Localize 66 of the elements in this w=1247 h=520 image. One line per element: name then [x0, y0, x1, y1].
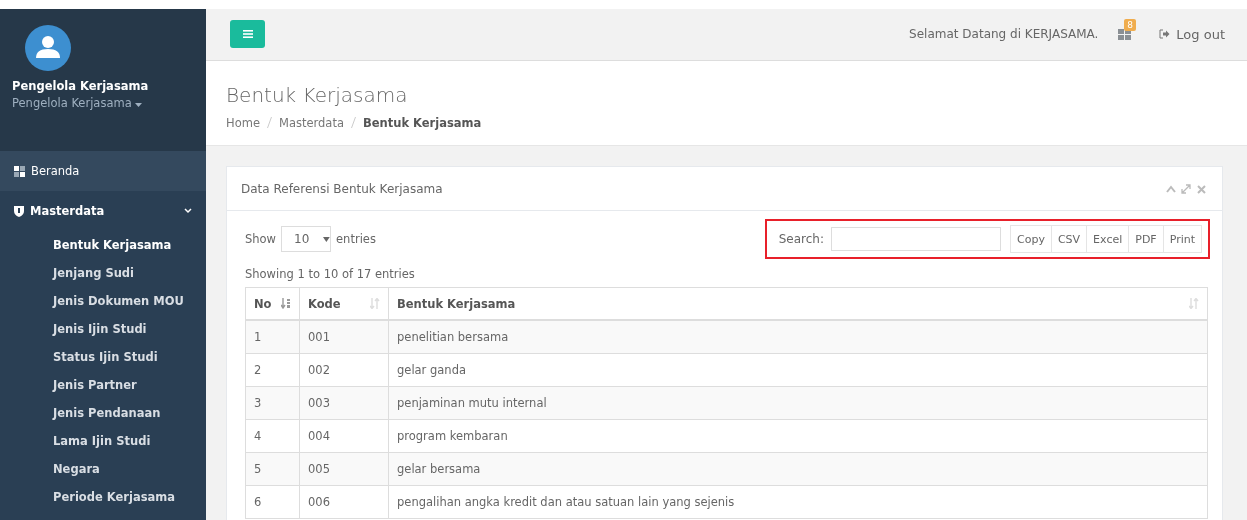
submenu-item[interactable]: Negara — [53, 455, 100, 483]
entries-label: entries — [336, 232, 376, 246]
table-cell: 003 — [299, 386, 389, 420]
search-field[interactable] — [831, 227, 1001, 251]
submenu-item[interactable]: Lama Ijin Studi — [53, 427, 151, 455]
search-label: Search: — [778, 232, 824, 246]
avatar-icon — [25, 25, 71, 71]
menu-icon — [242, 30, 253, 39]
table-cell: 005 — [299, 452, 389, 486]
table-cell: 4 — [245, 419, 300, 453]
logout-link[interactable]: Log out — [1159, 26, 1225, 42]
entries-info: Showing 1 to 10 of 17 entries — [245, 267, 416, 281]
table-cell: gelar bersama — [388, 452, 1208, 486]
table-cell: 001 — [299, 320, 389, 354]
show-label: Show — [245, 232, 277, 246]
sort-icon — [1189, 298, 1199, 309]
submenu-item[interactable]: Jenis Partner — [53, 371, 137, 399]
grid-icon[interactable] — [1118, 28, 1132, 40]
table-cell: penjaminan mutu internal — [388, 386, 1208, 420]
breadcrumb-item[interactable]: Home — [226, 115, 260, 130]
sign-out-icon — [1159, 29, 1171, 40]
breadcrumb-separator-icon — [350, 117, 356, 128]
table-cell: 5 — [245, 452, 300, 486]
sort-icon — [281, 298, 291, 309]
submenu-item[interactable]: Jenis Ijin Studi — [53, 315, 147, 343]
sort-icon — [370, 298, 380, 309]
page-size-select[interactable]: 10 — [281, 226, 332, 252]
table-cell: 002 — [299, 353, 389, 387]
submenu-item[interactable]: Periode Kerjasama — [53, 483, 175, 511]
table-cell: 3 — [245, 386, 300, 420]
caret-icon — [323, 236, 331, 242]
table-cell: 004 — [299, 419, 389, 453]
breadcrumb-item: Bentuk Kerjasama — [362, 115, 482, 130]
caret-icon — [135, 103, 143, 107]
sidebar-item[interactable]: Masterdata — [0, 191, 206, 231]
export-button[interactable]: PDF — [1128, 225, 1164, 253]
table-cell: penelitian bersama — [388, 320, 1208, 354]
export-button[interactable]: Copy — [1010, 225, 1052, 253]
menu-toggle-button[interactable] — [230, 20, 265, 49]
table-cell: program kembaran — [388, 419, 1208, 453]
submenu-item[interactable]: Bentuk Kerjasama — [53, 231, 172, 259]
panel-title: Data Referensi Bentuk Kerjasama — [241, 181, 443, 196]
user-name: Pengelola Kerjasama — [12, 79, 150, 93]
page-title: Bentuk Kerjasama — [226, 81, 409, 107]
notification-count: 8 — [1124, 18, 1137, 31]
submenu-item[interactable]: Jenjang Sudi — [53, 259, 135, 287]
export-button[interactable]: Print — [1162, 225, 1202, 253]
panel-tools-icon[interactable] — [1166, 183, 1208, 194]
table-cell: 6 — [245, 485, 300, 519]
submenu-item[interactable]: Jenis Pendanaan — [53, 399, 161, 427]
submenu-item[interactable]: Jenis Dokumen MOU — [53, 287, 184, 315]
table-cell: 1 — [245, 320, 300, 354]
sidebar-item[interactable]: Beranda — [0, 151, 206, 191]
dashboard-icon — [14, 165, 25, 177]
submenu-item[interactable]: Status Ijin Studi — [53, 343, 158, 371]
breadcrumb-separator-icon — [266, 117, 272, 128]
user-role-dropdown[interactable]: Pengelola Kerjasama — [12, 96, 143, 110]
export-button[interactable]: Excel — [1086, 225, 1130, 253]
chevron-icon — [184, 208, 192, 214]
table-cell: 006 — [299, 485, 389, 519]
table-cell: 2 — [245, 353, 300, 387]
table-cell: gelar ganda — [388, 353, 1208, 387]
breadcrumb-item[interactable]: Masterdata — [278, 115, 344, 130]
table-cell: pengalihan angka kredit dan atau satuan lain yang sejenis — [388, 485, 1208, 519]
welcome-text: Selamat Datang di KERJASAMA. — [909, 27, 1099, 42]
shield-icon — [14, 205, 24, 217]
